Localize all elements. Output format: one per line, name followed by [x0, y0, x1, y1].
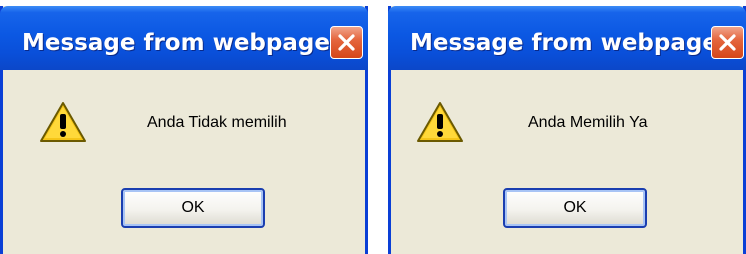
- warning-icon: [40, 102, 86, 142]
- ok-button[interactable]: OK: [121, 188, 265, 228]
- alert-dialog-chosen-yes: Message from webpage Anda Memilih Ya OK: [388, 6, 746, 254]
- warning-icon: [417, 102, 463, 142]
- close-button[interactable]: [330, 26, 363, 59]
- close-icon: [719, 34, 736, 51]
- ok-button[interactable]: OK: [503, 188, 647, 228]
- dialog-titlebar[interactable]: Message from webpage: [388, 6, 746, 70]
- dialog-message: Anda Tidak memilih: [147, 114, 287, 131]
- dialog-titlebar[interactable]: Message from webpage: [0, 6, 368, 70]
- dialog-message: Anda Memilih Ya: [528, 114, 648, 131]
- dialog-title: Message from webpage: [410, 30, 718, 56]
- close-icon: [338, 34, 355, 51]
- alert-dialog-not-chosen: Message from webpage Anda Tidak memilih …: [0, 6, 368, 254]
- dialog-title: Message from webpage: [22, 30, 330, 56]
- close-button[interactable]: [711, 26, 744, 59]
